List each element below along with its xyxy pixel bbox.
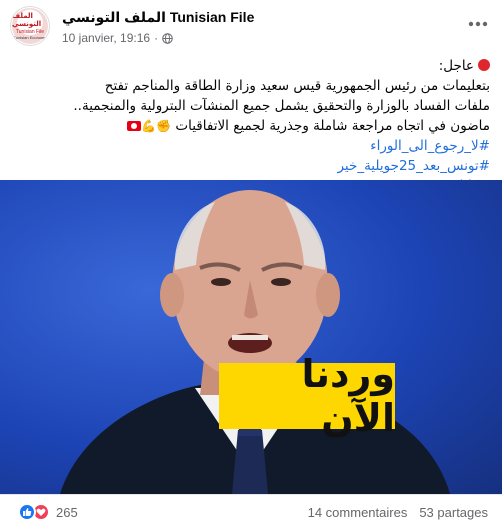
red-circle-icon bbox=[478, 59, 490, 71]
shares-count-link[interactable]: 53 partages bbox=[419, 505, 488, 520]
tunisia-flag-icon bbox=[127, 121, 142, 131]
image-caption: وردنا الآن bbox=[301, 352, 395, 440]
post-image[interactable]: وردنا الآن bbox=[0, 180, 502, 494]
portrait-illustration bbox=[60, 190, 450, 494]
page-logo: الملف التونسي Tunisian File Tunisian Eco… bbox=[12, 8, 48, 44]
engagement-counts: 14 commentaires 53 partages bbox=[308, 505, 488, 520]
hashtag-link[interactable]: #تونس_بعد_25جويلية_خير bbox=[14, 156, 490, 176]
reactions-count: 265 bbox=[56, 504, 78, 520]
post-body: عاجل: بتعليمات من رئيس الجمهورية قيس سعي… bbox=[14, 56, 490, 196]
hashtag-link[interactable]: #لا_رجوع_الى_الوراء bbox=[14, 136, 490, 156]
post-header: الملف التونسي Tunisian File Tunisian Eco… bbox=[0, 0, 502, 54]
post-line-urgent: عاجل: bbox=[14, 56, 490, 76]
post-meta: 10 janvier, 19:16 · bbox=[62, 31, 173, 45]
more-options-button[interactable] bbox=[466, 12, 490, 36]
post-line: بتعليمات من رئيس الجمهورية قيس سعيد وزار… bbox=[104, 78, 490, 94]
logo-text-arabic: الملف التونسي bbox=[12, 12, 42, 28]
post-line: ماضون في اتجاه مراجعة شاملة وجذرية لجميع… bbox=[14, 116, 490, 136]
flexed-arm-emoji-icon: 💪 bbox=[141, 119, 157, 133]
post-line: ملفات الفساد بالوزارة والتحقيق يشمل جميع… bbox=[73, 98, 490, 114]
fist-emoji-icon: ✊ bbox=[156, 119, 172, 133]
page-name-link[interactable]: الملف التونسي Tunisian File bbox=[62, 9, 254, 26]
page-avatar[interactable]: الملف التونسي Tunisian File Tunisian Eco… bbox=[10, 6, 50, 46]
logo-text-sub: Tunisian Economy bbox=[13, 34, 47, 40]
separator-dot: · bbox=[154, 31, 159, 45]
image-caption-box: وردنا الآن bbox=[219, 352, 395, 440]
more-options-icon bbox=[468, 21, 488, 27]
urgent-label: عاجل: bbox=[438, 58, 474, 74]
post-line-text: ماضون في اتجاه مراجعة شاملة وجذرية لجميع… bbox=[175, 118, 490, 134]
reactions-summary[interactable]: 265 bbox=[18, 503, 78, 521]
post-timestamp[interactable]: 10 janvier, 19:16 bbox=[62, 31, 150, 45]
comments-count-link[interactable]: 14 commentaires bbox=[308, 505, 408, 520]
like-reaction-icon bbox=[18, 503, 36, 521]
globe-icon bbox=[162, 32, 173, 44]
post-footer: 265 14 commentaires 53 partages bbox=[0, 494, 502, 526]
